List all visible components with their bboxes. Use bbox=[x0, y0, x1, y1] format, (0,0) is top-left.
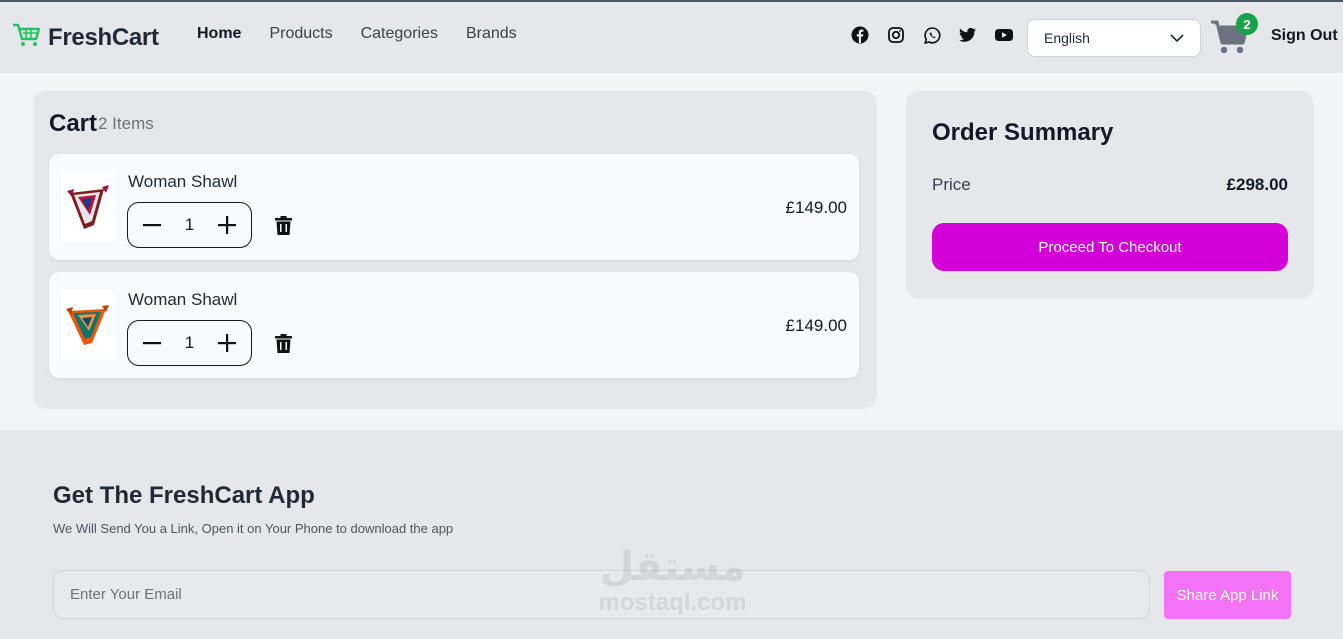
cart-item: Woman Shawl 1 £149.00 bbox=[49, 154, 859, 260]
increase-quantity-button[interactable] bbox=[217, 215, 237, 235]
product-price: £149.00 bbox=[785, 316, 847, 335]
product-image[interactable] bbox=[61, 290, 113, 360]
cart-title: Cart bbox=[49, 110, 98, 137]
chevron-down-icon bbox=[1170, 30, 1184, 46]
whatsapp-icon[interactable] bbox=[923, 26, 941, 44]
cart-items-count: 2 Items bbox=[98, 114, 154, 133]
nav-link-brands[interactable]: Brands bbox=[466, 25, 517, 43]
cart-item: Woman Shawl 1 £149.00 bbox=[49, 272, 859, 378]
product-name[interactable]: Woman Shawl bbox=[128, 172, 237, 192]
quantity-stepper: 1 bbox=[127, 320, 252, 366]
cart-panel: Cart 2 Items Woman Shawl 1 £149.00 Woman… bbox=[34, 91, 876, 407]
quantity-stepper: 1 bbox=[127, 202, 252, 248]
cart-logo-icon bbox=[12, 22, 42, 53]
nav-link-categories[interactable]: Categories bbox=[361, 25, 438, 43]
brand-name: FreshCart bbox=[48, 23, 159, 51]
youtube-icon[interactable] bbox=[995, 26, 1013, 44]
social-links bbox=[851, 26, 1013, 44]
instagram-icon[interactable] bbox=[887, 26, 905, 44]
main-nav: Home Products Categories Brands bbox=[197, 25, 545, 43]
product-name[interactable]: Woman Shawl bbox=[128, 290, 237, 310]
nav-link-home[interactable]: Home bbox=[197, 25, 241, 43]
navbar: FreshCart Home Products Categories Brand… bbox=[0, 2, 1343, 73]
twitter-icon[interactable] bbox=[959, 26, 977, 44]
proceed-to-checkout-button[interactable]: Proceed To Checkout bbox=[932, 223, 1288, 271]
order-summary-title: Order Summary bbox=[932, 119, 1114, 146]
increase-quantity-button[interactable] bbox=[217, 333, 237, 353]
trash-icon[interactable] bbox=[275, 334, 293, 354]
quantity-value: 1 bbox=[184, 333, 195, 352]
decrease-quantity-button[interactable] bbox=[142, 333, 162, 353]
footer-title: Get The FreshCart App bbox=[53, 482, 315, 509]
footer-subtitle: We Will Send You a Link, Open it on Your… bbox=[53, 521, 454, 536]
product-image[interactable] bbox=[61, 172, 113, 242]
app-promo-footer: Get The FreshCart App We Will Send You a… bbox=[0, 430, 1343, 639]
sign-out-link[interactable]: Sign Out bbox=[1271, 27, 1338, 45]
price-label: Price bbox=[932, 175, 971, 194]
share-app-link-button[interactable]: Share App Link bbox=[1164, 571, 1291, 619]
facebook-icon[interactable] bbox=[851, 26, 869, 44]
quantity-value: 1 bbox=[184, 215, 195, 234]
cart-count-badge: 2 bbox=[1236, 13, 1258, 35]
decrease-quantity-button[interactable] bbox=[142, 215, 162, 235]
language-value: English bbox=[1044, 30, 1090, 46]
email-input[interactable] bbox=[53, 570, 1150, 619]
brand-logo[interactable]: FreshCart bbox=[12, 22, 159, 53]
product-price: £149.00 bbox=[785, 198, 847, 217]
trash-icon[interactable] bbox=[275, 216, 293, 236]
nav-link-products[interactable]: Products bbox=[269, 25, 332, 43]
order-summary: Order Summary Price £298.00 Proceed To C… bbox=[907, 91, 1313, 297]
price-total: £298.00 bbox=[1226, 175, 1288, 194]
language-select[interactable]: English bbox=[1027, 19, 1201, 57]
